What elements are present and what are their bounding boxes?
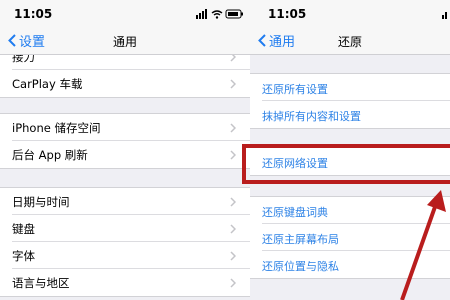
annotation-arrow	[400, 190, 446, 300]
